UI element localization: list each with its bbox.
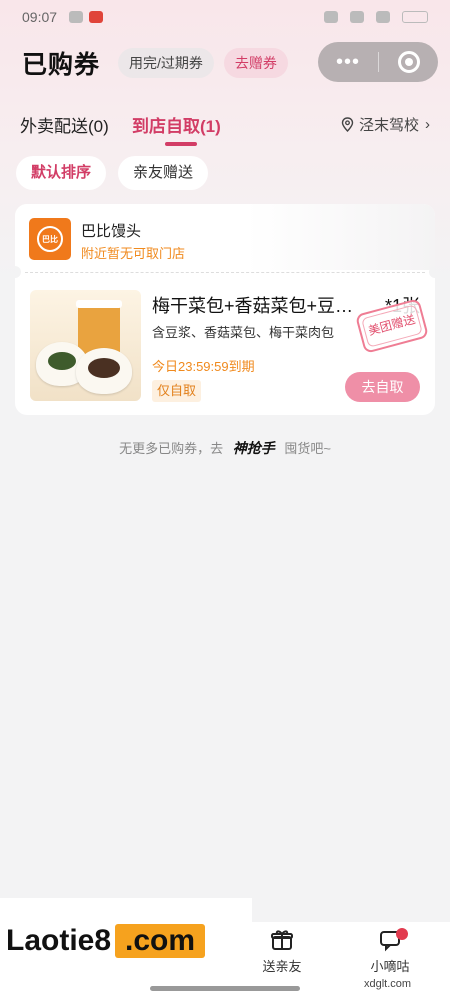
page-title: 已购券 bbox=[22, 51, 101, 79]
page-header: 已购券 用完/过期券 去赠券 ••• bbox=[0, 38, 450, 88]
nav-gift-friends[interactable]: 送亲友 bbox=[242, 928, 322, 975]
meat-bun bbox=[76, 348, 132, 394]
home-indicator bbox=[150, 986, 300, 991]
status-time: 09:07 bbox=[22, 9, 58, 25]
battery-icon bbox=[402, 11, 428, 23]
friend-gift-chip[interactable]: 亲友赠送 bbox=[118, 156, 209, 190]
footer-note-suffix: 囤货吧~ bbox=[284, 441, 331, 456]
signal-icon bbox=[350, 11, 364, 23]
card-notch-right bbox=[429, 266, 435, 278]
watermark-main: Laotie8 bbox=[6, 924, 112, 957]
shop-logo: 巴比 bbox=[29, 218, 71, 260]
shop-logo-mark: 巴比 bbox=[37, 226, 63, 252]
footer-note-prefix: 无更多已购券，去 bbox=[119, 441, 224, 456]
watermark-small: xdglt.com bbox=[364, 978, 412, 990]
status-bar: 09:07 bbox=[0, 0, 450, 34]
voucher-card-header bbox=[15, 204, 435, 270]
shop-availability-note: 附近暂无可取门店 bbox=[81, 246, 186, 261]
shop-name: 巴比馒头 bbox=[81, 223, 142, 240]
notification-icon bbox=[69, 11, 84, 23]
location-pin-icon bbox=[341, 117, 354, 132]
no-more-vouchers-note: 无更多已购券，去 神抢手 囤货吧~ bbox=[0, 438, 450, 458]
nav-gift-friends-label: 送亲友 bbox=[262, 959, 302, 974]
voucher-card[interactable]: 巴比 巴比馒头 附近暂无可取门店 梅干菜包+香菇菜包+豆… *1张 含豆浆、香菇… bbox=[15, 204, 435, 415]
tab-pickup[interactable]: 到店自取(1) bbox=[132, 112, 221, 137]
more-icon[interactable]: ••• bbox=[318, 51, 378, 74]
close-icon bbox=[397, 51, 420, 73]
status-right bbox=[324, 11, 428, 23]
sort-default-chip[interactable]: 默认排序 bbox=[16, 156, 107, 190]
tab-active-indicator bbox=[165, 142, 197, 146]
wifi-icon bbox=[376, 11, 390, 23]
flash-sale-link[interactable]: 神抢手 bbox=[233, 440, 275, 456]
location-selector[interactable]: 泾末驾校 › bbox=[341, 114, 430, 135]
filter-row: 默认排序 亲友赠送 bbox=[16, 156, 209, 190]
watermark-suffix: .com bbox=[115, 924, 206, 958]
go-pickup-button[interactable]: 去自取 bbox=[345, 372, 420, 402]
product-name: 梅干菜包+香菇菜包+豆… bbox=[152, 296, 354, 316]
voucher-divider bbox=[25, 272, 425, 273]
nav-chat-label: 小嘀咕 bbox=[370, 959, 410, 974]
expire-time: 今日23:59:59到期 bbox=[152, 359, 255, 374]
gift-icon bbox=[271, 930, 293, 950]
miniprogram-capsule: ••• bbox=[318, 42, 438, 82]
watermark: Laotie8 .com bbox=[6, 924, 206, 958]
tab-bar: 外卖配送(0) 到店自取(1) 泾末驾校 › bbox=[0, 112, 450, 152]
gift-vouchers-button[interactable]: 去赠券 bbox=[223, 48, 288, 78]
product-description: 含豆浆、香菇菜包、梅干菜肉包 bbox=[152, 325, 335, 340]
tab-delivery[interactable]: 外卖配送(0) bbox=[20, 112, 109, 137]
product-image bbox=[30, 290, 141, 401]
app-notification-icon bbox=[89, 11, 104, 23]
location-label: 泾末驾校 bbox=[358, 117, 419, 134]
nfc-icon bbox=[324, 11, 338, 23]
chevron-right-icon: › bbox=[425, 116, 430, 133]
nav-chat[interactable]: 小嘀咕 bbox=[350, 928, 430, 975]
close-miniprogram-button[interactable] bbox=[379, 51, 438, 73]
expired-vouchers-button[interactable]: 用完/过期券 bbox=[118, 48, 214, 78]
pickup-only-tag: 仅自取 bbox=[152, 380, 202, 402]
notification-badge bbox=[396, 928, 408, 940]
